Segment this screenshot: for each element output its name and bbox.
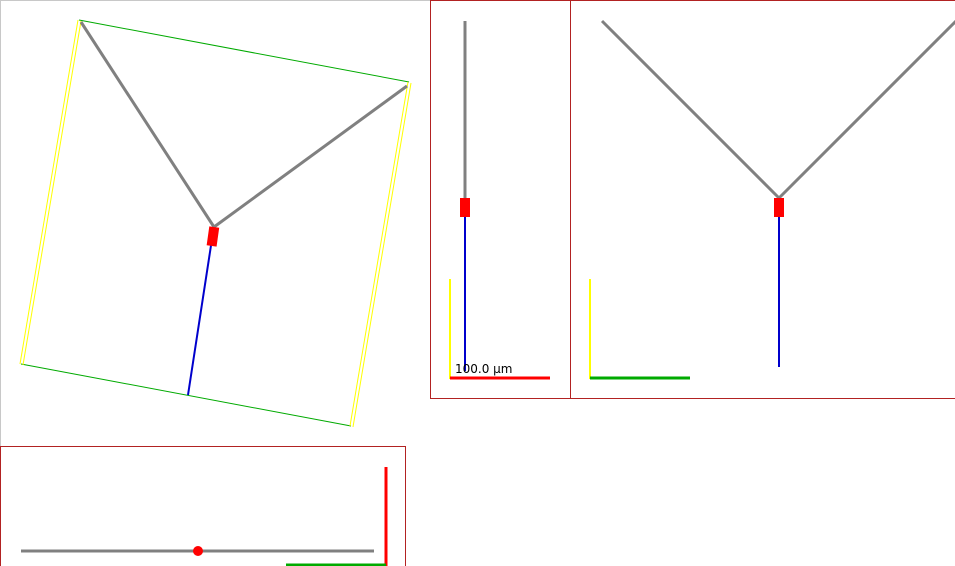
soma — [774, 198, 784, 217]
dendrite-right — [777, 19, 955, 200]
dendrite-right — [213, 84, 408, 229]
axon — [187, 238, 213, 396]
soma — [193, 546, 203, 556]
perspective-3d-canvas[interactable] — [1, 1, 430, 446]
bbox-edge-bottom — [20, 363, 352, 427]
soma — [206, 226, 220, 247]
dendrite-left — [600, 19, 781, 200]
front-view-canvas[interactable] — [571, 1, 955, 399]
top-view-canvas[interactable] — [1, 447, 406, 566]
bbox-edge-right — [349, 81, 409, 427]
bbox-edge-left-back — [22, 20, 82, 366]
perspective-3d-view[interactable] — [0, 0, 430, 446]
bbox-edge-top — [78, 19, 410, 83]
scale-bar-label: 100.0 µm — [455, 362, 513, 376]
top-view[interactable] — [0, 446, 406, 566]
side-view[interactable]: 100.0 µm — [430, 0, 571, 399]
soma — [460, 198, 470, 217]
bbox-edge-left — [19, 19, 79, 365]
side-view-canvas[interactable] — [431, 1, 571, 399]
dendrite-left — [79, 21, 216, 228]
bbox-edge-right-back — [352, 82, 412, 428]
front-view[interactable] — [570, 0, 955, 399]
